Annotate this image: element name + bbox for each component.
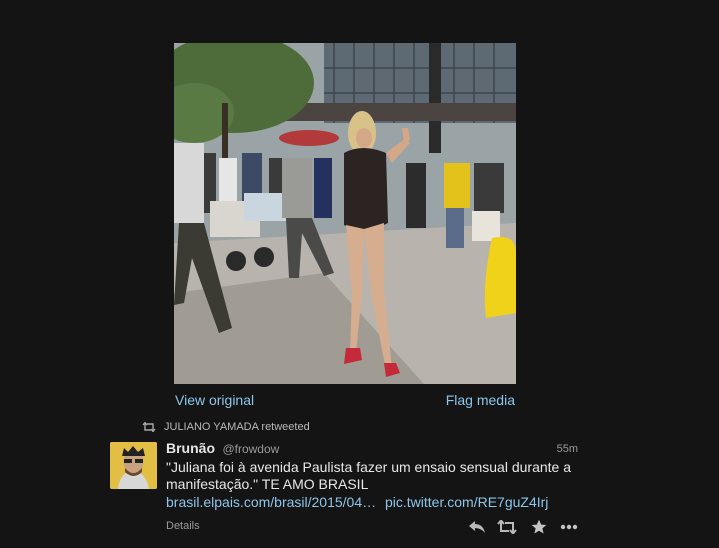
details-link[interactable]: Details [166, 520, 200, 532]
favorite-button[interactable] [528, 518, 550, 536]
tweet-photo[interactable] [174, 43, 516, 384]
tweet-links: brasil.elpais.com/brasil/2015/04… pic.tw… [166, 494, 548, 510]
favorite-star-icon [531, 519, 547, 534]
tweet-article-link[interactable]: brasil.elpais.com/brasil/2015/04… [166, 494, 376, 510]
avatar-image [110, 442, 157, 489]
tweet-timestamp[interactable]: 55m [557, 443, 578, 455]
view-original-link[interactable]: View original [175, 392, 254, 408]
retweet-icon [142, 422, 156, 432]
tweet-actions [466, 518, 580, 536]
flag-media-link[interactable]: Flag media [446, 392, 515, 408]
tweet-username[interactable]: @frowdow [222, 442, 279, 456]
tweet-fullname[interactable]: Brunão [166, 440, 215, 456]
reply-button[interactable] [466, 518, 488, 536]
retweet-context: JULIANO YAMADA retweeted [142, 420, 310, 434]
retweet-icon [497, 520, 517, 534]
more-button[interactable] [558, 518, 580, 536]
media-links-bar: View original Flag media [174, 392, 516, 410]
reply-icon [469, 521, 485, 533]
tweet-text: "Juliana foi à avenida Paulista fazer um… [166, 459, 572, 492]
tweet-pic-link[interactable]: pic.twitter.com/RE7guZ4Irj [385, 494, 548, 510]
more-ellipsis-icon [560, 524, 578, 530]
tweet[interactable]: Brunão @frowdow 55m "Juliana foi à aveni… [110, 438, 580, 542]
tweet-header: Brunão @frowdow 55m [166, 440, 578, 458]
retweet-context-text[interactable]: JULIANO YAMADA retweeted [164, 421, 310, 433]
photo-illustration [174, 43, 516, 384]
avatar[interactable] [110, 442, 157, 489]
retweet-button[interactable] [496, 518, 518, 536]
